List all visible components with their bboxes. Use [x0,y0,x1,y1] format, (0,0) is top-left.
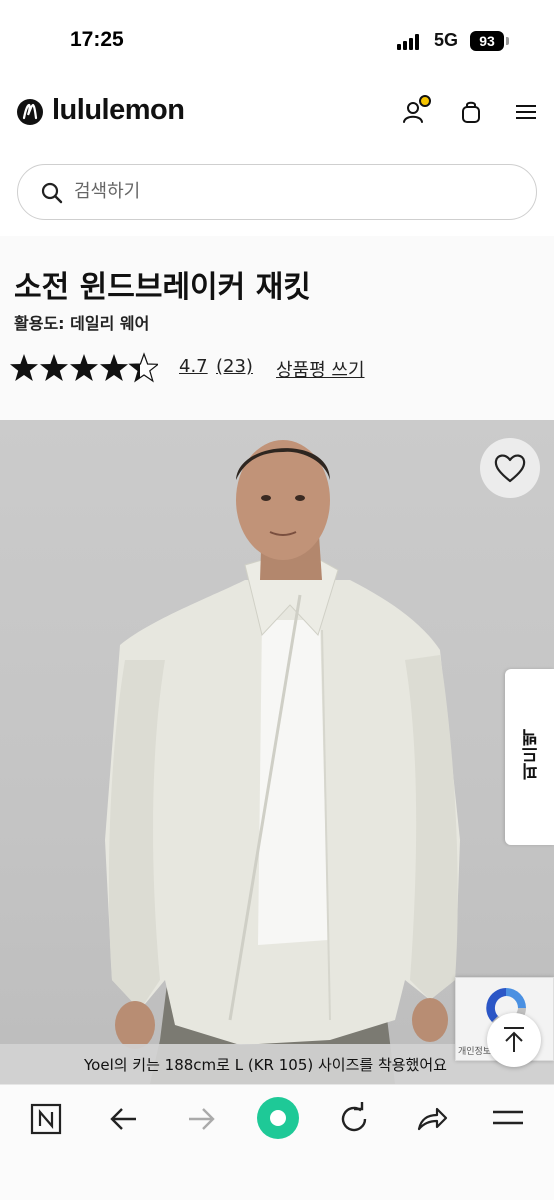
star-icon [70,354,98,381]
product-title: 소전 윈드브레이커 재킷 [14,270,311,305]
star-icon [100,354,128,381]
home-icon[interactable] [256,1096,300,1140]
site-header: lululemon [0,80,554,150]
write-review-link[interactable]: 상품평 쓰기 [276,356,365,382]
arrow-up-icon [504,1027,524,1052]
rating-score[interactable]: 4.7 [179,356,208,377]
status-time: 17:25 [70,28,124,51]
search-box[interactable] [17,164,537,220]
review-count[interactable]: (23) [216,356,253,377]
product-activity: 활용도: 데일리 웨어 [14,314,150,333]
browser-toolbar [0,1084,554,1200]
refresh-icon[interactable] [334,1099,374,1139]
back-icon[interactable] [104,1099,144,1139]
network-type: 5G [434,30,459,50]
rating-row: 4.7 (23) 상품평 쓰기 [10,350,540,386]
product-info: 소전 윈드브레이커 재킷 활용도: 데일리 웨어 4.7 (23) 상품평 쓰기 [0,236,554,420]
browser-menu-icon[interactable] [488,1099,528,1139]
notification-dot [419,95,431,107]
heart-icon [494,454,526,483]
naver-icon[interactable] [26,1099,66,1139]
share-icon[interactable] [411,1099,451,1139]
battery-tip [506,37,509,45]
shopping-bag-icon[interactable] [457,98,485,126]
status-bar: 17:25 5G 93 [0,0,554,80]
search-input[interactable] [74,165,514,218]
scroll-to-top-button[interactable] [487,1013,541,1067]
feedback-label: 피드백 [522,729,542,780]
battery-icon: 93 [470,31,504,51]
rating-stars [10,353,158,382]
search-icon [41,182,63,204]
feedback-tab[interactable]: 피드백 [505,669,554,845]
lululemon-logo-icon[interactable] [16,98,44,126]
brand-logo-text[interactable]: lululemon [52,94,185,127]
menu-icon[interactable] [512,98,540,126]
star-icon [40,354,68,381]
model-size-caption: Yoel의 키는 188cm로 L (KR 105) 사이즈를 착용했어요 [84,1056,447,1074]
wishlist-button[interactable] [480,438,540,498]
forward-icon[interactable] [181,1099,221,1139]
star-icon [10,354,38,381]
signal-icon [397,34,423,50]
